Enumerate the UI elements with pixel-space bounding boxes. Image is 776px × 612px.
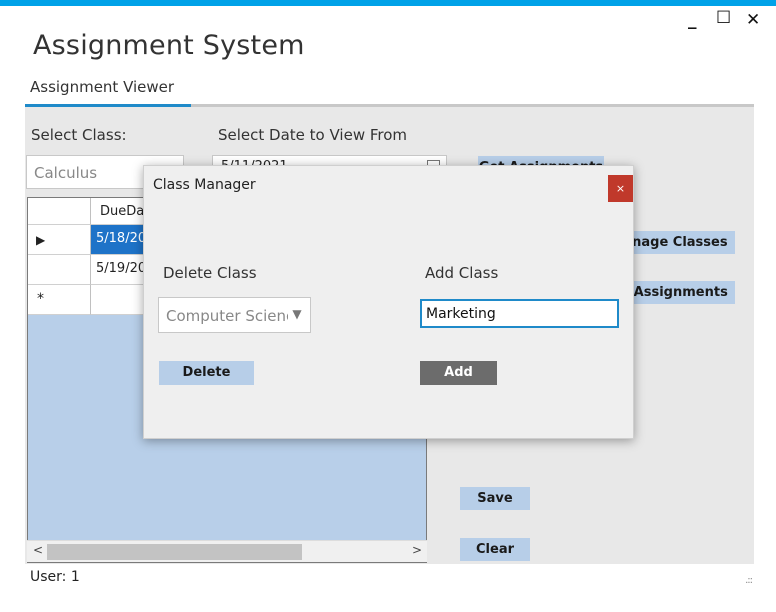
- window-top-bar: [0, 0, 776, 6]
- scroll-left-icon[interactable]: <: [33, 543, 43, 557]
- select-class-label: Select Class:: [31, 126, 127, 144]
- grid-corner-cell: [28, 198, 91, 225]
- resize-grip-icon[interactable]: .::: [745, 575, 753, 586]
- close-icon[interactable]: ✕: [746, 10, 760, 30]
- scroll-right-icon[interactable]: >: [412, 543, 422, 557]
- user-value: 1: [70, 569, 80, 585]
- grid-new-row-header[interactable]: *: [28, 285, 91, 315]
- delete-class-label: Delete Class: [163, 264, 257, 282]
- clear-button[interactable]: Clear: [460, 538, 530, 561]
- status-user: User: 1: [30, 569, 80, 585]
- add-button[interactable]: Add: [420, 361, 497, 385]
- user-label: User:: [30, 569, 67, 585]
- app-title: Assignment System: [33, 30, 305, 61]
- grid-horizontal-scrollbar[interactable]: < >: [27, 540, 427, 562]
- class-combobox-value: Calculus: [34, 164, 98, 182]
- add-class-label: Add Class: [425, 264, 499, 282]
- chevron-down-icon[interactable]: ▼: [288, 307, 306, 323]
- maximize-icon[interactable]: ☐: [716, 8, 731, 28]
- dialog-title: Class Manager: [153, 177, 256, 193]
- minimize-icon[interactable]: _: [688, 10, 697, 30]
- dialog-close-button[interactable]: ×: [608, 175, 633, 202]
- grid-row-header[interactable]: ▶: [28, 225, 91, 255]
- delete-class-combobox[interactable]: Computer Science ▼: [158, 297, 311, 333]
- delete-class-value: Computer Science: [166, 307, 304, 325]
- grid-row-header[interactable]: [28, 255, 91, 285]
- scrollbar-thumb[interactable]: [47, 544, 302, 560]
- select-date-label: Select Date to View From: [218, 126, 408, 144]
- delete-button[interactable]: Delete: [159, 361, 254, 385]
- save-button[interactable]: Save: [460, 487, 530, 510]
- class-manager-dialog: Class Manager × Delete Class Computer Sc…: [143, 165, 634, 439]
- add-class-input[interactable]: [420, 299, 619, 328]
- tab-assignment-viewer[interactable]: Assignment Viewer: [30, 78, 174, 96]
